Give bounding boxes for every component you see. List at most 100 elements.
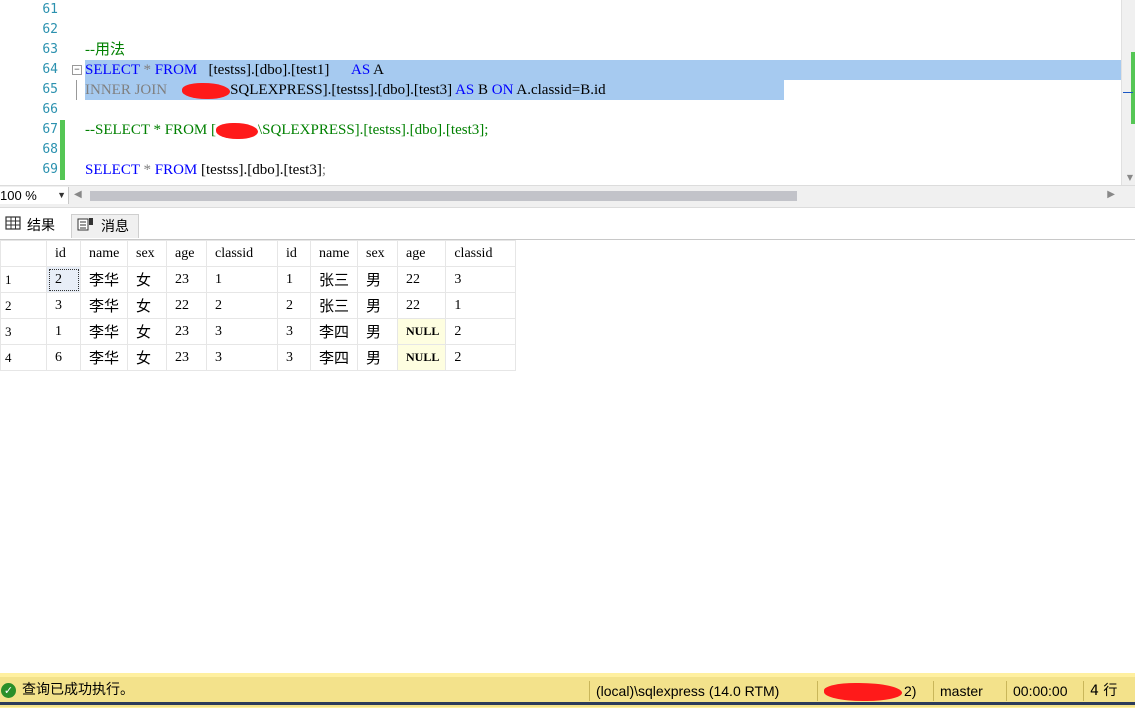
status-database: master [933,681,983,701]
table-row[interactable]: 1 2 李华 女 23 1 1 张三 男 22 3 [0,266,517,293]
grid-cell[interactable]: 李四 [310,344,358,371]
tab-results[interactable]: 结果 [0,212,66,238]
grid-cell[interactable]: 女 [127,344,167,371]
result-tabs: 结果 消息 [0,208,1135,240]
code-comment: --用法 [85,42,125,58]
grid-cell[interactable]: 22 [166,292,207,319]
column-header[interactable]: classid [445,240,517,267]
grid-cell[interactable]: 1 [46,318,81,345]
code-line-61[interactable]: 61 [0,0,1135,20]
grid-cell[interactable]: 22 [396,266,447,293]
grid-header-row: id name sex age classid id name sex age … [0,240,517,267]
grid-cell[interactable]: 3 [206,344,278,371]
column-header[interactable]: age [396,240,447,267]
grid-cell[interactable]: 2 [445,318,517,345]
grid-cell[interactable]: 男 [357,318,398,345]
code-line-63[interactable]: 63 --用法 [0,40,1135,60]
grid-cell[interactable]: 2 [277,292,311,319]
grid-cell[interactable]: 男 [357,266,398,293]
column-header[interactable]: classid [206,240,278,267]
query-editor[interactable]: 61 62 63 --用法 64 − SELECT * FROM [testss… [0,0,1135,185]
collapse-icon[interactable]: − [72,65,82,75]
grid-cell[interactable]: 李华 [80,318,128,345]
tab-messages[interactable]: 消息 [71,214,139,238]
grid-cell[interactable]: 张三 [310,292,358,319]
grid-cell[interactable]: 1 [277,266,311,293]
grid-cell[interactable]: 李华 [80,266,128,293]
code-line-64[interactable]: 64 − SELECT * FROM [testss].[dbo].[test1… [0,60,1135,80]
grid-cell[interactable]: 李华 [80,292,128,319]
line-number: 69 [42,162,58,177]
message-icon [77,215,95,238]
grid-cell[interactable]: 3 [445,266,517,293]
scroll-left-icon[interactable]: ◀ [74,189,82,200]
tab-messages-label: 消息 [101,218,129,234]
check-circle-icon: ✓ [1,683,16,698]
vertical-scrollbar[interactable]: ▼ [1121,0,1135,185]
code-line-65[interactable]: 65 INNER JOIN SQLEXPRESS].[testss].[dbo]… [0,80,1135,100]
code-line-69[interactable]: 69 SELECT * FROM [testss].[dbo].[test3]; [0,160,1135,180]
redacted-mark [215,122,258,139]
scroll-down-icon[interactable]: ▼ [1127,173,1133,182]
grid-cell[interactable]: 李华 [80,344,128,371]
grid-cell[interactable]: 3 [206,318,278,345]
change-marker [60,140,65,160]
grid-cell[interactable]: 张三 [310,266,358,293]
grid-cell[interactable]: 女 [127,292,167,319]
grid-cell[interactable]: 1 [206,266,278,293]
column-header[interactable]: name [80,240,128,267]
code-line-67[interactable]: 67 --SELECT * FROM [\SQLEXPRESS].[testss… [0,120,1135,140]
status-server: (local)\sqlexpress (14.0 RTM) [589,681,779,701]
status-message: 查询已成功执行。 [22,682,134,698]
grid-cell[interactable]: 23 [166,318,207,345]
grid-cell[interactable]: 女 [127,266,167,293]
row-number[interactable]: 3 [0,318,47,345]
scroll-right-icon[interactable]: ▶ [1107,189,1115,200]
grid-cell[interactable]: 1 [445,292,517,319]
code-line-66[interactable]: 66 [0,100,1135,120]
grid-cell[interactable]: 3 [277,318,311,345]
grid-cell[interactable]: 女 [127,318,167,345]
line-number: 62 [42,22,58,37]
grid-cell[interactable]: 23 [166,266,207,293]
column-header[interactable]: name [310,240,358,267]
column-header[interactable]: id [46,240,81,267]
line-number: 68 [42,142,58,157]
chevron-down-icon[interactable]: ▼ [57,187,66,204]
grid-cell[interactable]: 22 [396,292,447,319]
zoom-value: 100 % [0,188,37,203]
column-header[interactable]: id [277,240,311,267]
line-number: 63 [42,42,58,57]
code-line-68[interactable]: 68 [0,140,1135,160]
grid-cell[interactable]: 23 [166,344,207,371]
grid-cell[interactable]: 男 [357,344,398,371]
grid-cell[interactable]: 3 [46,292,81,319]
grid-cell[interactable]: 男 [357,292,398,319]
row-number[interactable]: 2 [0,292,47,319]
row-number[interactable]: 1 [0,266,47,293]
null-cell[interactable]: NULL [396,344,447,371]
grid-cell[interactable]: 6 [46,344,81,371]
results-grid[interactable]: id name sex age classid id name sex age … [0,240,517,371]
table-row[interactable]: 3 1 李华 女 23 3 3 李四 男 NULL 2 [0,318,517,345]
column-header[interactable]: sex [357,240,398,267]
table-row[interactable]: 2 3 李华 女 22 2 2 张三 男 22 1 [0,292,517,319]
code-line-62[interactable]: 62 [0,20,1135,40]
column-header[interactable]: age [166,240,207,267]
grid-cell[interactable]: 2 [206,292,278,319]
column-header[interactable] [0,240,47,267]
null-cell[interactable]: NULL [396,318,447,345]
zoom-select[interactable]: 100 % ▼ [0,187,69,204]
grid-cell[interactable]: 3 [277,344,311,371]
column-header[interactable]: sex [127,240,167,267]
row-number[interactable]: 4 [0,344,47,371]
line-number: 66 [42,102,58,117]
line-number: 65 [42,82,58,97]
grid-cell[interactable]: 李四 [310,318,358,345]
tab-results-label: 结果 [27,217,55,233]
table-row[interactable]: 4 6 李华 女 23 3 3 李四 男 NULL 2 [0,344,517,371]
line-number: 61 [42,2,58,17]
grid-cell[interactable]: 2 [46,266,81,293]
horizontal-scrollbar-thumb[interactable] [90,191,797,201]
grid-cell[interactable]: 2 [445,344,517,371]
